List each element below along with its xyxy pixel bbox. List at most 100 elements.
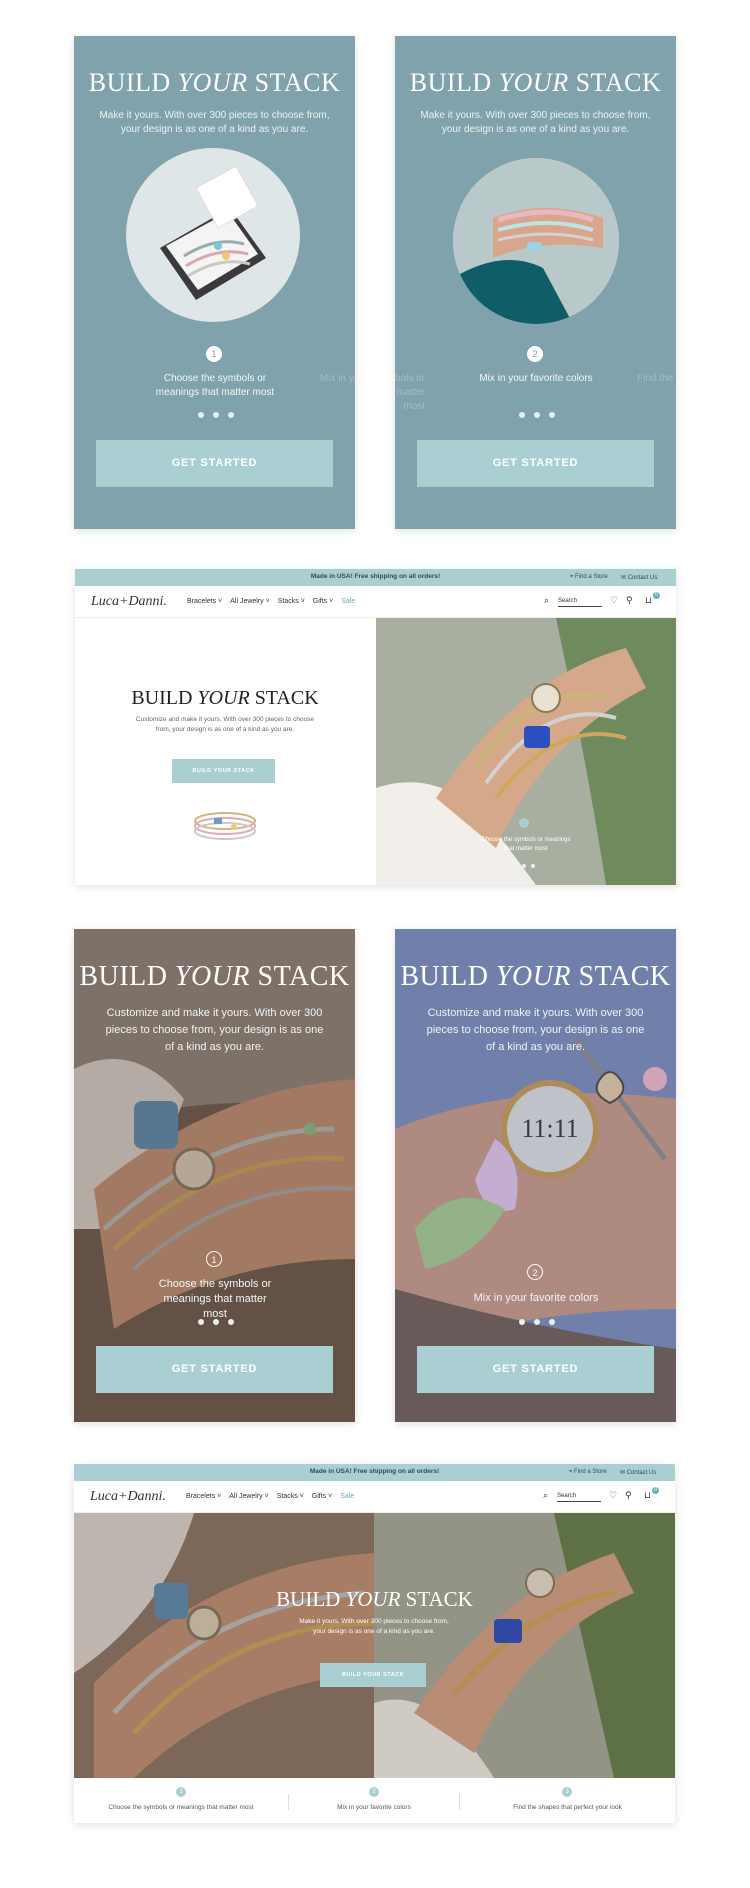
step-item: 2 Mix in your favorite colors <box>289 1778 459 1823</box>
prev-step-caption-peek: bols or at matter most <box>395 373 425 412</box>
nav-menu: Bracelets ˅ All Jewelry ˅ Stacks ˅ Gifts… <box>186 1493 354 1500</box>
desktop-hero-full: Made in USA! Free shipping on all orders… <box>74 1464 675 1823</box>
nav-item-all-jewelry[interactable]: All Jewelry ˅ <box>229 1493 269 1500</box>
carousel-dot[interactable] <box>549 412 555 418</box>
search-input[interactable]: Search <box>558 597 602 607</box>
carousel-dot[interactable] <box>513 864 517 868</box>
nav-item-bracelets[interactable]: Bracelets ˅ <box>187 598 222 605</box>
get-started-button[interactable]: GET STARTED <box>96 1346 333 1393</box>
page-title: BUILD YOUR STACK <box>88 68 341 97</box>
steps-strip: 1 Choose the symbols or meanings that ma… <box>74 1778 675 1823</box>
subtitle: Customize and make it yours. With over 3… <box>426 1007 645 1053</box>
step-number-badge: 1 <box>206 1251 222 1267</box>
cart-icon[interactable]: ⊔ <box>644 1490 651 1501</box>
bracelet-stack-thumbnail <box>194 812 256 840</box>
logo[interactable]: Luca+Danni. <box>91 594 167 610</box>
carousel-dots[interactable] <box>513 864 535 868</box>
step-caption: Mix in your favorite colors <box>337 1804 411 1811</box>
hero-photo: Choose the symbols or meanings that matt… <box>376 618 676 885</box>
carousel-dots[interactable] <box>519 412 555 418</box>
get-started-button[interactable]: GET STARTED <box>417 1346 654 1393</box>
step-caption: Choose the symbols or meanings that matt… <box>108 1804 254 1811</box>
nav-menu: Bracelets ˅ All Jewelry ˅ Stacks ˅ Gifts… <box>187 598 355 605</box>
page-title: BUILD YOUR STACK <box>409 68 662 97</box>
nav-item-sale[interactable]: Sale <box>341 598 355 605</box>
logo[interactable]: Luca+Danni. <box>90 1489 166 1505</box>
heart-icon[interactable]: ♡ <box>610 595 618 606</box>
carousel-dot[interactable] <box>198 412 204 418</box>
nav-item-gifts[interactable]: Gifts ˅ <box>313 598 333 605</box>
carousel-dot[interactable] <box>549 1319 555 1325</box>
carousel-dot[interactable] <box>534 1319 540 1325</box>
step-number-badge: 2 <box>527 1264 543 1280</box>
mobile-card-photo-step-2: 11:11 BUILD YOUR STACK Customize and mak… <box>395 929 676 1422</box>
mobile-card-photo-step-1: BUILD YOUR STACK Customize and make it y… <box>74 929 355 1422</box>
page-title: BUILD YOUR STACK <box>79 961 350 992</box>
main-nav: Luca+Danni. Bracelets ˅ All Jewelry ˅ St… <box>74 1481 675 1513</box>
nav-item-stacks[interactable]: Stacks ˅ <box>278 598 305 605</box>
step-caption: Mix in your favorite colors <box>479 373 593 384</box>
cart-count-badge: 0 <box>652 1487 659 1494</box>
subtitle: Customize and make it yours. With over 3… <box>105 1007 324 1053</box>
main-nav: Luca+Danni. Bracelets ˅ All Jewelry ˅ St… <box>75 586 676 618</box>
subtitle: Make it yours. With over 300 pieces to c… <box>99 110 330 135</box>
carousel-dot[interactable] <box>213 412 219 418</box>
page-title: BUILD YOUR STACK <box>131 687 319 709</box>
step-item: 3 Find the shapes that perfect your look <box>460 1778 675 1823</box>
step-number-badge: 2 <box>527 346 543 362</box>
carousel-dot[interactable] <box>531 864 535 868</box>
next-step-caption-peek: Find the <box>637 373 674 384</box>
search-input[interactable]: Search <box>557 1492 601 1502</box>
carousel-dot[interactable] <box>228 412 234 418</box>
contact-link[interactable]: ✉ Contact Us <box>620 1469 656 1476</box>
build-your-stack-button[interactable]: BUILD YOUR STACK <box>320 1663 426 1687</box>
next-step-caption-peek: Mix in yo <box>320 373 355 384</box>
carousel-dot[interactable] <box>519 1319 525 1325</box>
step-number-badge: 2 <box>369 1787 379 1797</box>
carousel-dot[interactable] <box>228 1319 234 1325</box>
build-your-stack-button[interactable]: BUILD YOUR STACK <box>172 759 275 783</box>
nav-item-bracelets[interactable]: Bracelets ˅ <box>186 1493 221 1500</box>
get-started-button[interactable]: GET STARTED <box>96 440 333 487</box>
find-store-link[interactable]: ⌖ Find a Store <box>569 1469 607 1476</box>
carousel-dot[interactable] <box>213 1319 219 1325</box>
find-store-link[interactable]: ⌖ Find a Store <box>570 574 608 581</box>
step-number-badge <box>519 818 529 828</box>
subtitle: Customize and make it yours. With over 3… <box>135 716 315 733</box>
nav-item-all-jewelry[interactable]: All Jewelry ˅ <box>230 598 270 605</box>
cart-icon[interactable]: ⊔ <box>645 595 652 606</box>
page-title: BUILD YOUR STACK <box>276 1587 473 1611</box>
carousel-dot[interactable] <box>522 864 526 868</box>
nav-item-gifts[interactable]: Gifts ˅ <box>312 1493 332 1500</box>
search-icon[interactable]: ⌕ <box>543 1490 548 1501</box>
mobile-card-step-2: BUILD YOUR STACK Make it yours. With ove… <box>395 36 676 529</box>
jewelry-box-image <box>126 148 300 322</box>
nav-item-stacks[interactable]: Stacks ˅ <box>277 1493 304 1500</box>
carousel-dots[interactable] <box>198 1319 234 1325</box>
carousel-dot[interactable] <box>534 412 540 418</box>
step-caption: Choose the symbols or meanings that matt… <box>158 1278 272 1320</box>
mobile-card-step-1: BUILD YOUR STACK Make it yours. With ove… <box>74 36 355 529</box>
carousel-dot[interactable] <box>519 412 525 418</box>
contact-link[interactable]: ✉ Contact Us <box>621 574 657 581</box>
account-icon[interactable]: ⚲ <box>625 1490 632 1501</box>
overlay-step-caption: Choose the symbols or meanings that matt… <box>481 837 571 852</box>
account-icon[interactable]: ⚲ <box>626 595 633 606</box>
carousel-dot[interactable] <box>198 1319 204 1325</box>
carousel-dots[interactable] <box>198 412 234 418</box>
wrist-bracelets-image <box>453 158 619 324</box>
nav-item-sale[interactable]: Sale <box>340 1493 354 1500</box>
subtitle: Make it yours. With over 300 pieces to c… <box>420 110 651 135</box>
heart-icon[interactable]: ♡ <box>609 1490 617 1501</box>
step-item: 1 Choose the symbols or meanings that ma… <box>74 1778 288 1823</box>
step-caption: Choose the symbols or meanings that matt… <box>155 373 275 398</box>
carousel-dots[interactable] <box>519 1319 555 1325</box>
get-started-button[interactable]: GET STARTED <box>417 440 654 487</box>
step-caption: Mix in your favorite colors <box>473 1292 599 1304</box>
step-number-badge: 1 <box>176 1787 186 1797</box>
search-icon[interactable]: ⌕ <box>544 595 549 606</box>
hero-photo: BUILD YOUR STACK Make it yours. With ove… <box>74 1513 675 1778</box>
desktop-hero-split: Made in USA! Free shipping on all orders… <box>75 569 676 885</box>
announcement-bar: Made in USA! Free shipping on all orders… <box>74 1464 675 1481</box>
photo-overlay <box>74 1513 675 1778</box>
